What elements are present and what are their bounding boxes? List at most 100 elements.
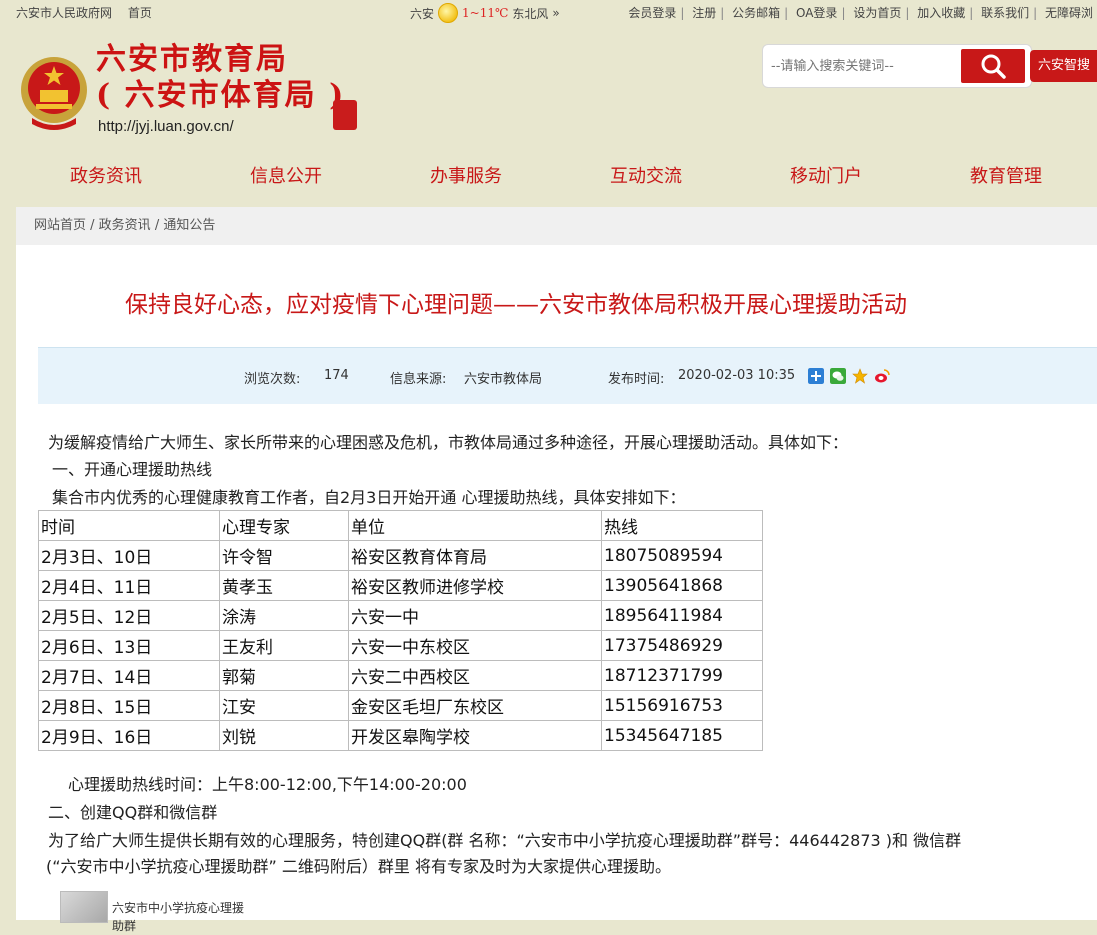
table-cell: 18956411984 <box>601 600 763 631</box>
breadcrumb: 网站首页 / 政务资讯 / 通知公告 <box>16 207 1097 245</box>
main-nav: 政务资讯 信息公开 办事服务 互动交流 移动门户 教育管理 <box>16 156 1097 196</box>
section2-line2: (“六安市中小学抗疫心理援助群” 二维码附后）群里 将有专家及时为大家提供心理援… <box>46 857 671 876</box>
search-input[interactable] <box>769 51 963 81</box>
table-cell: 六安一中 <box>348 600 602 631</box>
section2-heading: 二、创建QQ群和微信群 <box>48 803 218 822</box>
table-row: 2月4日、11日 黄孝玉 裕安区教师进修学校 13905641868 <box>38 570 763 601</box>
qr-caption: 六安市中小学抗疫心理援助群 <box>112 901 245 933</box>
section2-line1: 为了给广大师生提供长期有效的心理服务，特创建QQ群(群 名称：“六安市中小学抗疫… <box>48 831 962 850</box>
table-cell: 15345647185 <box>601 720 763 751</box>
accessibility-link[interactable]: 无障碍浏 <box>1045 6 1093 20</box>
nav-item-info-disclosure[interactable]: 信息公开 <box>250 162 322 188</box>
table-header-cell: 心理专家 <box>219 510 349 541</box>
table-row: 2月9日、16日 刘锐 开发区皋陶学校 15345647185 <box>38 720 763 751</box>
nav-item-interaction[interactable]: 互动交流 <box>610 162 682 188</box>
table-cell: 黄孝玉 <box>219 570 349 601</box>
add-favorite-link[interactable]: 加入收藏 <box>917 6 965 20</box>
sun-icon <box>438 3 459 23</box>
contact-link[interactable]: 联系我们 <box>981 6 1029 20</box>
views-count: 174 <box>324 368 349 383</box>
breadcrumb-home[interactable]: 网站首页 <box>34 218 86 233</box>
table-cell: 2月9日、16日 <box>38 720 220 751</box>
nav-item-education-mgmt[interactable]: 教育管理 <box>970 162 1042 188</box>
table-cell: 裕安区教育体育局 <box>348 540 602 571</box>
home-link[interactable]: 首页 <box>128 6 152 20</box>
site-title-line1: 六安市教育局 <box>96 42 288 77</box>
breadcrumb-sep: / <box>90 218 99 233</box>
publish-date: 2020-02-03 10:35 <box>678 368 796 383</box>
site-url: http://jyj.luan.gov.cn/ <box>98 118 234 135</box>
section1-heading: 一、开通心理援助热线 <box>52 460 213 479</box>
table-cell: 2月3日、10日 <box>38 540 220 571</box>
nav-item-services[interactable]: 办事服务 <box>430 162 502 188</box>
table-header-row: 时间 心理专家 单位 热线 <box>38 510 763 541</box>
content-panel: 网站首页 / 政务资讯 / 通知公告 保持良好心态，应对疫情下心理问题——六安市… <box>16 207 1097 933</box>
breadcrumb-notices[interactable]: 通知公告 <box>163 218 215 233</box>
table-cell: 王友利 <box>219 630 349 661</box>
calligraphy-seal-icon <box>333 100 357 130</box>
hotline-table: 时间 心理专家 单位 热线 2月3日、10日 许令智 裕安区教育体育局 1807… <box>38 510 763 751</box>
search-box <box>762 44 1032 88</box>
set-homepage-link[interactable]: 设为首页 <box>853 6 901 20</box>
weather-temp: 1~11℃ <box>462 6 509 20</box>
views-label: 浏览次数: <box>244 372 301 387</box>
share-plus-icon[interactable] <box>808 368 824 384</box>
intro-paragraph: 为缓解疫情给广大师生、家长所带来的心理困惑及危机，市教体局通过多种途径，开展心理… <box>48 433 849 452</box>
date-label: 发布时间: <box>608 372 665 387</box>
table-cell: 裕安区教师进修学校 <box>348 570 602 601</box>
table-cell: 六安二中西校区 <box>348 660 602 691</box>
search-button[interactable] <box>961 49 1025 83</box>
weather-more-link[interactable]: » <box>552 6 559 20</box>
login-link[interactable]: 会员登录 <box>628 6 676 20</box>
table-cell: 六安一中东校区 <box>348 630 602 661</box>
section1-text: 集合市内优秀的心理健康教育工作者，自2月3日开始开通 心理援助热线，具体安排如下… <box>52 488 686 507</box>
table-cell: 许令智 <box>219 540 349 571</box>
table-row: 2月5日、12日 涂涛 六安一中 18956411984 <box>38 600 763 631</box>
table-cell: 17375486929 <box>601 630 763 661</box>
table-row: 2月6日、13日 王友利 六安一中东校区 17375486929 <box>38 630 763 661</box>
table-row: 2月3日、10日 许令智 裕安区教育体育局 18075089594 <box>38 540 763 571</box>
table-cell: 2月4日、11日 <box>38 570 220 601</box>
nav-item-news[interactable]: 政务资讯 <box>70 162 142 188</box>
table-cell: 13905641868 <box>601 570 763 601</box>
nav-item-mobile[interactable]: 移动门户 <box>790 162 862 188</box>
national-emblem-icon <box>21 57 87 130</box>
breadcrumb-news[interactable]: 政务资讯 <box>99 218 151 233</box>
hotline-time: 心理援助热线时间：上午8:00-12:00,下午14:00-20:00 <box>68 775 467 794</box>
table-cell: 18075089594 <box>601 540 763 571</box>
table-header-cell: 单位 <box>348 510 602 541</box>
source-value: 六安市教体局 <box>464 372 543 387</box>
table-row: 2月7日、14日 郭菊 六安二中西校区 18712371799 <box>38 660 763 691</box>
table-row: 2月8日、15日 江安 金安区毛坦厂东校区 15156916753 <box>38 690 763 721</box>
register-link[interactable]: 注册 <box>692 6 716 20</box>
weather-city: 六安 <box>410 6 435 21</box>
qr-code-thumbnail[interactable] <box>60 891 108 923</box>
favorite-star-icon[interactable] <box>852 368 868 384</box>
top-links: 会员登录 | 注册 | 公务邮箱 | OA登录 | 设为首页 | 加入收藏 | 联系我们 | … <box>628 6 1093 20</box>
email-link[interactable]: 公务邮箱 <box>732 6 780 20</box>
site-title[interactable]: 六安市教育局 ( 六安市体育局 ) <box>96 42 345 114</box>
article-title: 保持良好心态，应对疫情下心理问题——六安市教体局积极开展心理援助活动 <box>125 292 907 318</box>
table-header-cell: 时间 <box>38 510 220 541</box>
table-cell: 郭菊 <box>219 660 349 691</box>
article-meta: 浏览次数: 174 信息来源: 六安市教体局 发布时间: 2020-02-03 … <box>38 347 1097 404</box>
search-icon <box>981 54 1006 79</box>
smart-search-button[interactable]: 六安智搜 <box>1030 50 1097 82</box>
table-cell: 18712371799 <box>601 660 763 691</box>
table-cell: 开发区皋陶学校 <box>348 720 602 751</box>
table-cell: 2月5日、12日 <box>38 600 220 631</box>
table-cell: 金安区毛坦厂东校区 <box>348 690 602 721</box>
table-cell: 2月7日、14日 <box>38 660 220 691</box>
weather-widget: 六安 1~11℃ 东北风 » <box>410 3 560 23</box>
table-cell: 江安 <box>219 690 349 721</box>
weibo-icon[interactable] <box>874 368 890 384</box>
table-cell: 涂涛 <box>219 600 349 631</box>
table-cell: 15156916753 <box>601 690 763 721</box>
gov-site-link[interactable]: 六安市人民政府网 <box>16 6 112 20</box>
oa-login-link[interactable]: OA登录 <box>796 6 837 20</box>
wechat-icon[interactable] <box>830 368 846 384</box>
site-title-line2: ( 六安市体育局 ) <box>96 78 346 113</box>
table-cell: 2月6日、13日 <box>38 630 220 661</box>
weather-wind: 东北风 <box>512 6 549 21</box>
source-label: 信息来源: <box>390 372 447 387</box>
